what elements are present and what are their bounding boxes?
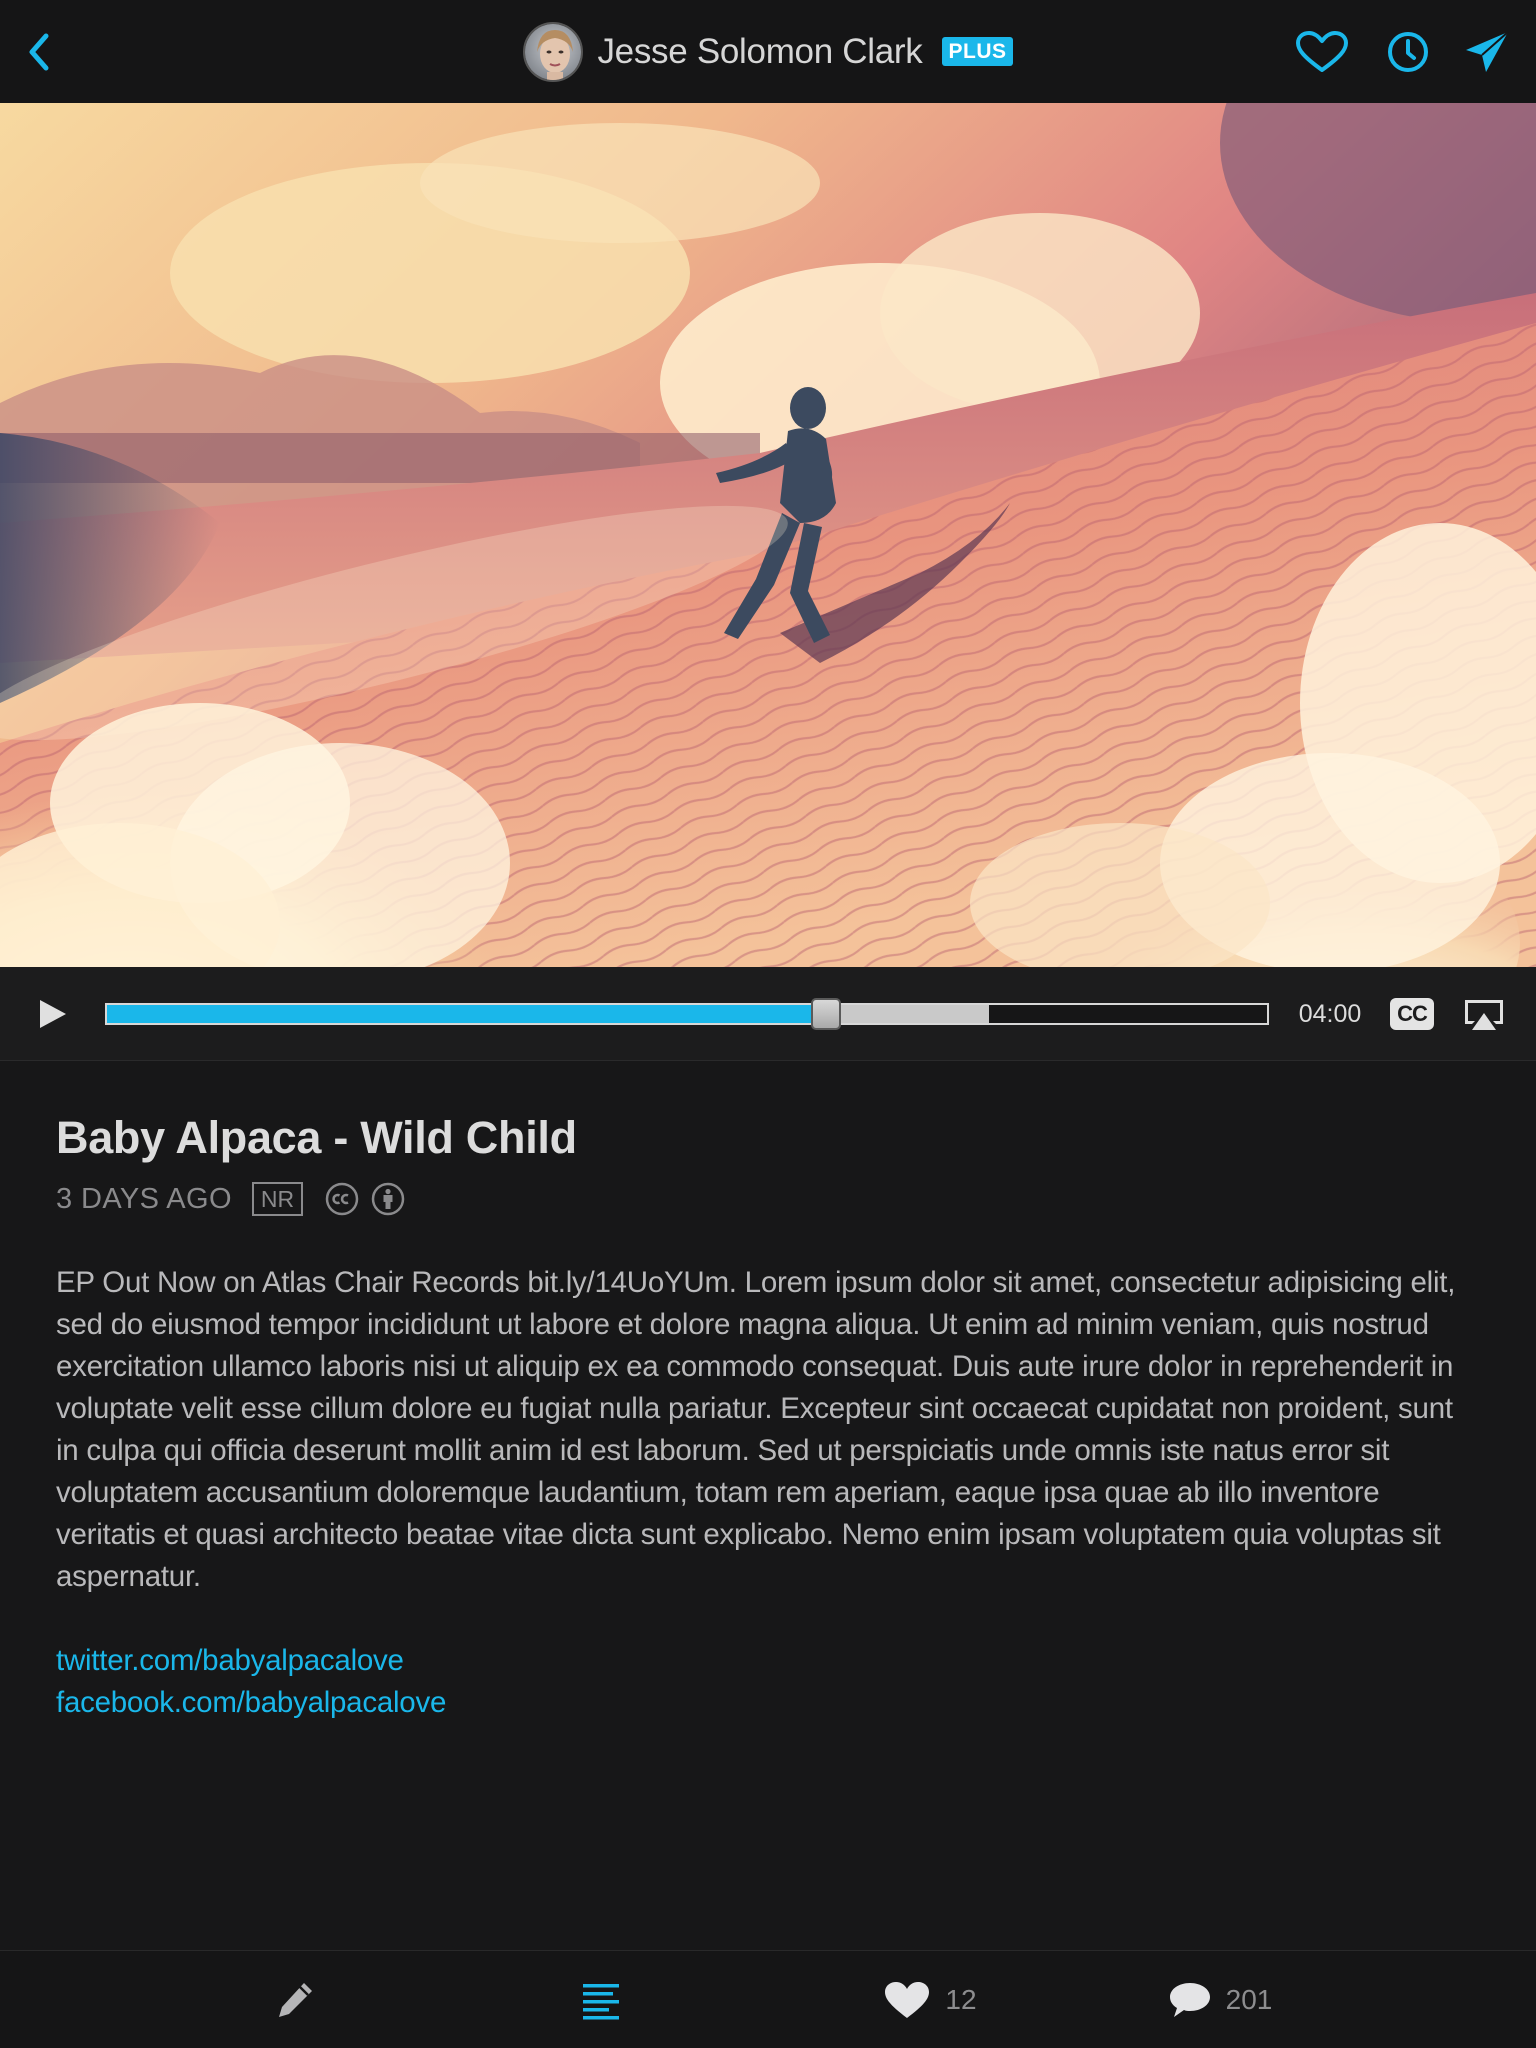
cc-license-icon[interactable] [325, 1182, 359, 1216]
pencil-icon [279, 1983, 312, 2017]
closed-captions-button[interactable]: CC [1390, 998, 1434, 1030]
tab-description[interactable] [556, 1951, 646, 2048]
heart-icon [1296, 31, 1348, 72]
avatar-image [525, 23, 582, 80]
airplay-icon [1465, 1000, 1503, 1030]
video-details: Baby Alpaca - Wild Child 3 DAYS AGO NR E… [56, 1110, 1466, 1724]
content-rating-badge: NR [251, 1182, 304, 1216]
watch-later-button[interactable] [1380, 28, 1436, 76]
play-button[interactable] [36, 997, 70, 1031]
play-icon [40, 1000, 66, 1028]
video-player[interactable] [0, 103, 1536, 967]
heart-filled-icon [885, 1982, 930, 2018]
top-nav-bar: Jesse Solomon Clark PLUS [0, 0, 1536, 103]
description-icon [583, 1984, 619, 2020]
progress-played [107, 1005, 827, 1023]
video-meta: 3 DAYS AGO NR [56, 1180, 1466, 1218]
clock-icon [1388, 32, 1428, 72]
avatar[interactable] [523, 21, 584, 82]
bottom-tab-bar: 12 201 [0, 1950, 1536, 2048]
comments-count: 201 [1225, 1984, 1273, 2015]
twitter-link[interactable]: twitter.com/babyalpacalove [56, 1640, 1466, 1682]
video-frame-image [0, 103, 1536, 967]
comment-icon [1169, 1983, 1210, 2017]
description-links: twitter.com/babyalpacalove facebook.com/… [56, 1640, 1466, 1724]
like-button[interactable] [1294, 28, 1350, 76]
video-description: EP Out Now on Atlas Chair Records bit.ly… [56, 1266, 1456, 1593]
likes-count: 12 [945, 1984, 977, 2015]
duration-label: 04:00 [1298, 1000, 1362, 1028]
posted-date: 3 DAYS AGO [56, 1182, 232, 1215]
share-button[interactable] [1459, 28, 1515, 76]
tab-notes[interactable] [250, 1951, 340, 2048]
tab-likes[interactable]: 12 [860, 1951, 1000, 2048]
plus-badge: PLUS [942, 37, 1013, 66]
channel-name[interactable]: Jesse Solomon Clark [597, 32, 922, 72]
send-icon [1466, 31, 1509, 72]
airplay-button[interactable] [1462, 997, 1506, 1033]
video-title: Baby Alpaca - Wild Child [56, 1112, 577, 1163]
progress-bar[interactable] [105, 998, 1269, 1030]
player-controls: 04:00 CC [0, 967, 1536, 1061]
facebook-link[interactable]: facebook.com/babyalpacalove [56, 1682, 1466, 1724]
tab-comments[interactable]: 201 [1164, 1951, 1276, 2048]
attribution-icon[interactable] [371, 1182, 405, 1216]
progress-scrubber[interactable] [811, 998, 842, 1030]
